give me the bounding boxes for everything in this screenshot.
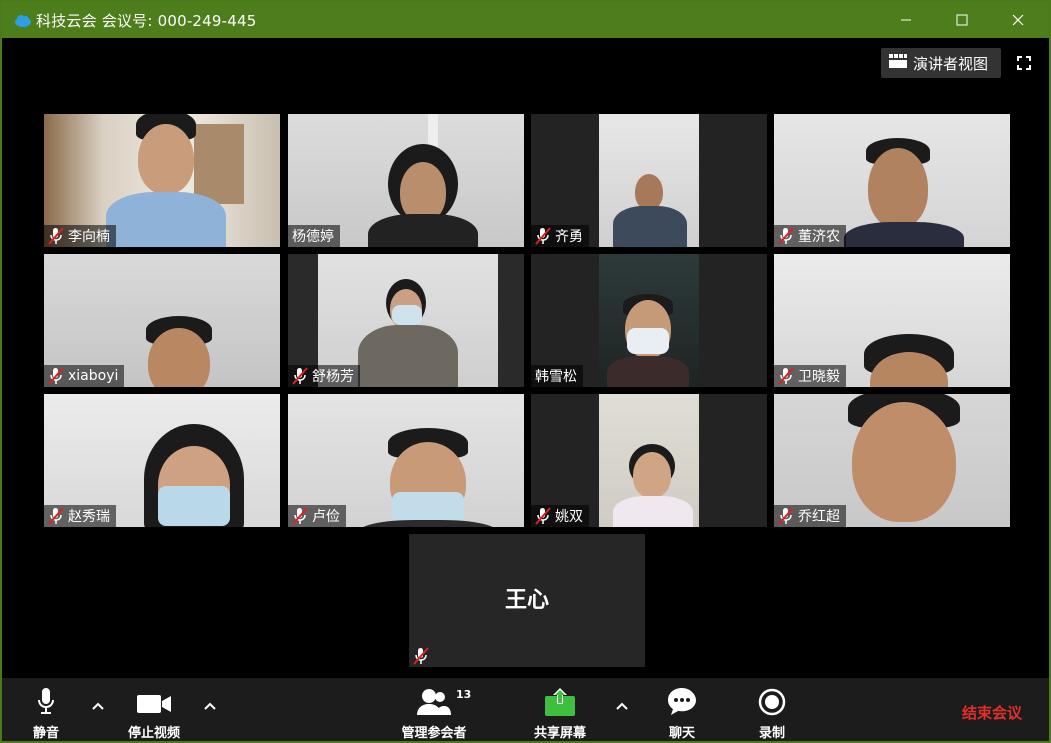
video-tile[interactable]: 赵秀瑞 bbox=[44, 394, 280, 527]
name-label: xiaboyi bbox=[44, 365, 125, 387]
name-label: 卢俭 bbox=[288, 505, 346, 527]
mute-label: 静音 bbox=[32, 726, 59, 741]
video-options-chevron-up-icon[interactable] bbox=[200, 696, 220, 716]
chat-label: 聊天 bbox=[668, 726, 695, 741]
video-tile-active-speaker[interactable]: 韩雪松 bbox=[531, 254, 767, 387]
name-label: 舒杨芳 bbox=[288, 365, 360, 387]
video-tile-no-video[interactable]: 王心 bbox=[409, 534, 645, 667]
video-tile[interactable]: 董济农 bbox=[774, 114, 1010, 247]
mic-muted-icon bbox=[413, 647, 429, 665]
participant-name: 姚双 bbox=[555, 509, 583, 525]
video-tile[interactable]: 卫晓毅 bbox=[774, 254, 1010, 387]
name-label: 卫晓毅 bbox=[774, 365, 846, 387]
participant-name-large: 王心 bbox=[504, 588, 549, 613]
participant-name: 齐勇 bbox=[555, 229, 583, 245]
chat-bubble-icon bbox=[666, 678, 698, 716]
mic-muted-icon bbox=[48, 507, 64, 525]
record-icon bbox=[758, 678, 786, 716]
video-tile[interactable]: 姚双 bbox=[531, 394, 767, 527]
participant-name: 赵秀瑞 bbox=[68, 509, 110, 525]
name-label: 姚双 bbox=[531, 505, 589, 527]
grid-icon bbox=[889, 54, 907, 72]
meeting-window: 科技云会 会议号: 000-249-445 演讲者视图 李向楠 杨德婷 齐勇 董… bbox=[0, 0, 1051, 743]
mic-muted-icon bbox=[292, 507, 308, 525]
mic-muted-icon bbox=[48, 227, 64, 245]
participant-name: 韩雪松 bbox=[535, 369, 577, 385]
mic-muted-icon bbox=[778, 507, 794, 525]
record-label: 录制 bbox=[758, 726, 785, 741]
mic-muted-icon bbox=[535, 507, 551, 525]
share-screen-button[interactable]: 共享屏幕 bbox=[524, 678, 596, 741]
participants-icon bbox=[416, 678, 452, 716]
close-button[interactable] bbox=[990, 2, 1046, 38]
participant-name: 乔红超 bbox=[798, 509, 840, 525]
participant-name: 董济农 bbox=[798, 229, 840, 245]
name-label: 韩雪松 bbox=[531, 365, 583, 387]
record-button[interactable]: 录制 bbox=[750, 678, 794, 741]
cloud-logo-icon bbox=[12, 9, 34, 31]
video-tile[interactable]: 杨德婷 bbox=[288, 114, 524, 247]
video-tile[interactable]: xiaboyi bbox=[44, 254, 280, 387]
participant-name: 舒杨芳 bbox=[312, 369, 354, 385]
name-label: 乔红超 bbox=[774, 505, 846, 527]
participant-name: xiaboyi bbox=[68, 368, 119, 384]
mute-button[interactable]: 静音 bbox=[26, 678, 66, 741]
participant-name: 杨德婷 bbox=[292, 229, 334, 245]
participant-count: 13 bbox=[456, 688, 472, 701]
stop-video-label: 停止视频 bbox=[127, 726, 180, 741]
mic-muted-icon bbox=[535, 227, 551, 245]
video-tile[interactable]: 舒杨芳 bbox=[288, 254, 524, 387]
meeting-toolbar: 静音 停止视频 管理参会者 13 共享屏幕 聊天 录制 结束会议 bbox=[2, 678, 1049, 741]
mic-muted-icon bbox=[778, 367, 794, 385]
manage-participants-label: 管理参会者 bbox=[401, 726, 467, 741]
end-meeting-button[interactable]: 结束会议 bbox=[962, 702, 1022, 723]
stop-video-button[interactable]: 停止视频 bbox=[118, 678, 190, 741]
audio-options-chevron-up-icon[interactable] bbox=[88, 696, 108, 716]
video-tile[interactable]: 齐勇 bbox=[531, 114, 767, 247]
participant-name: 卢俭 bbox=[312, 509, 340, 525]
name-label: 董济农 bbox=[774, 225, 846, 247]
participant-name: 李向楠 bbox=[68, 229, 110, 245]
microphone-icon bbox=[37, 678, 55, 716]
mic-muted-icon bbox=[292, 367, 308, 385]
video-camera-icon bbox=[136, 678, 172, 716]
mic-muted-icon bbox=[778, 227, 794, 245]
title-bar: 科技云会 会议号: 000-249-445 bbox=[2, 2, 1049, 38]
speaker-view-button[interactable]: 演讲者视图 bbox=[881, 48, 1001, 78]
share-options-chevron-up-icon[interactable] bbox=[612, 696, 632, 716]
name-label: 赵秀瑞 bbox=[44, 505, 116, 527]
fullscreen-icon bbox=[1017, 55, 1031, 74]
video-tile[interactable]: 乔红超 bbox=[774, 394, 1010, 527]
name-label: 齐勇 bbox=[531, 225, 589, 247]
participant-name: 卫晓毅 bbox=[798, 369, 840, 385]
minimize-button[interactable] bbox=[878, 2, 934, 38]
name-label: 杨德婷 bbox=[288, 225, 340, 247]
share-screen-icon bbox=[544, 678, 576, 716]
fullscreen-button[interactable] bbox=[1012, 52, 1036, 76]
share-screen-label: 共享屏幕 bbox=[533, 726, 586, 741]
chat-button[interactable]: 聊天 bbox=[660, 678, 704, 741]
name-label: 李向楠 bbox=[44, 225, 116, 247]
mic-muted-icon bbox=[48, 367, 64, 385]
maximize-button[interactable] bbox=[934, 2, 990, 38]
bookshelf bbox=[194, 124, 244, 204]
video-tile[interactable]: 李向楠 bbox=[44, 114, 280, 247]
window-title: 科技云会 会议号: 000-249-445 bbox=[36, 11, 257, 30]
video-tile[interactable]: 卢俭 bbox=[288, 394, 524, 527]
speaker-view-label: 演讲者视图 bbox=[913, 54, 989, 73]
